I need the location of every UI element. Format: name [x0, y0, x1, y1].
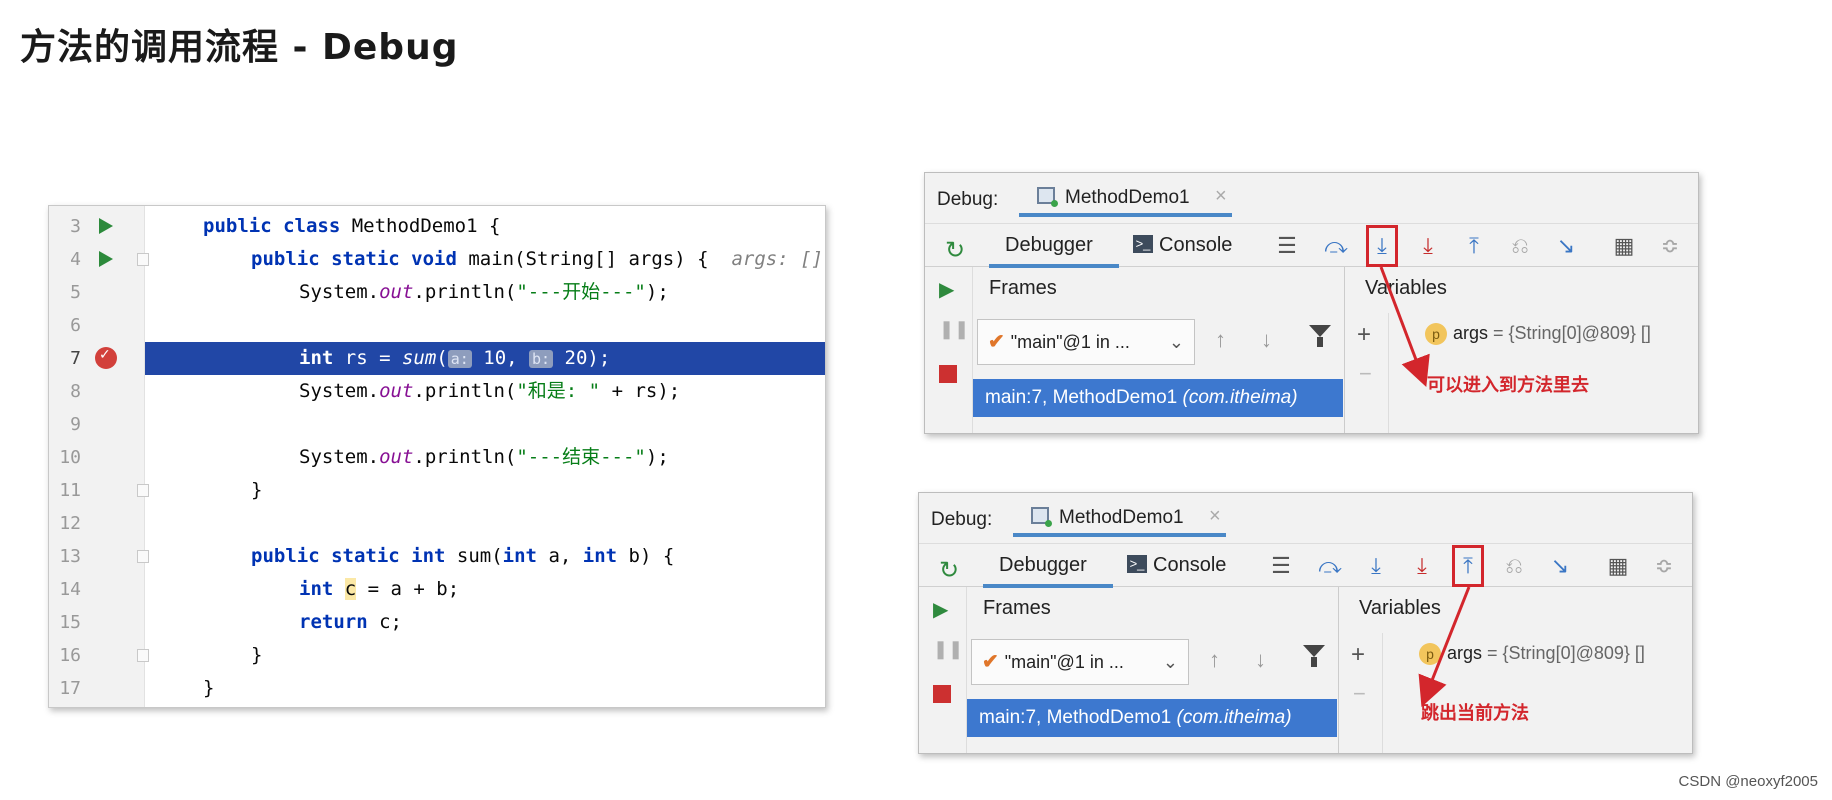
line-number: 11 — [59, 480, 81, 501]
keyword: public static int — [251, 545, 446, 567]
line-number: 4 — [70, 249, 81, 270]
line-number: 8 — [70, 381, 81, 402]
code-token: c; — [367, 611, 402, 633]
debug-panel-step-out: Debug: MethodDemo1 × ↻ Debugger >_ Consol… — [918, 492, 1693, 754]
code-token: System. — [299, 380, 380, 402]
code-line: 6 — [49, 309, 825, 342]
line-number: 17 — [59, 678, 81, 699]
code-line: 8 System.out.println("和是: " + rs); — [49, 375, 825, 408]
code-content: int rs = sum(a: 10, b: 20); — [145, 342, 825, 375]
string-literal: "---开始---" — [516, 281, 646, 303]
code-token: System. — [299, 281, 380, 303]
code-content: public static int sum(int a, int b) { — [145, 540, 825, 573]
line-number: 9 — [70, 414, 81, 435]
keyword: public static void — [251, 248, 457, 270]
static-field: out — [379, 281, 414, 303]
watermark: CSDN @neoxyf2005 — [1678, 773, 1818, 790]
static-field: out — [379, 446, 414, 468]
code-token: = a + b; — [356, 578, 460, 600]
run-method-icon[interactable] — [99, 251, 113, 267]
line-number: 5 — [70, 282, 81, 303]
code-line: 16 } — [49, 639, 825, 672]
code-token: MethodDemo1 { — [340, 215, 501, 237]
line-number: 3 — [70, 216, 81, 237]
annotation-arrow — [1418, 586, 1471, 707]
code-content: int c = a + b; — [145, 573, 825, 606]
code-line: 9 — [49, 408, 825, 441]
code-token: b) { — [617, 545, 675, 567]
annotation-arrow — [1379, 266, 1430, 388]
code-line: 14 int c = a + b; — [49, 573, 825, 606]
line-number: 10 — [59, 447, 81, 468]
line-number: 16 — [59, 645, 81, 666]
code-token: 10, — [471, 347, 530, 369]
param-hint: a: — [447, 350, 472, 368]
identifier-highlight: c — [344, 578, 357, 600]
breakpoint-icon[interactable] — [95, 339, 117, 372]
code-token: .println( — [413, 380, 517, 402]
code-content: public class MethodDemo1 { — [145, 210, 825, 243]
code-content: } — [203, 677, 215, 699]
run-class-icon[interactable] — [99, 218, 113, 234]
code-line: 13 public static int sum(int a, int b) { — [49, 540, 825, 573]
code-token: + rs); — [600, 380, 681, 402]
code-token: 20); — [553, 347, 611, 369]
keyword: return — [299, 611, 368, 633]
string-literal: "---结束---" — [516, 446, 646, 468]
code-token: rs = — [333, 347, 402, 369]
static-field: out — [379, 380, 414, 402]
code-content: } — [251, 479, 263, 501]
line-number: 15 — [59, 612, 81, 633]
slide-title: 方法的调用流程 - Debug — [20, 27, 459, 68]
keyword: public class — [203, 215, 341, 237]
code-token: sum( — [445, 545, 503, 567]
code-line: 17 } — [49, 672, 825, 705]
keyword: int — [502, 545, 537, 567]
debug-value-hint: args: [] — [731, 248, 823, 270]
code-line: 3 public class MethodDemo1 { — [49, 210, 825, 243]
code-content: } — [251, 644, 263, 666]
code-content: System.out.println("---开始---"); — [145, 276, 825, 309]
code-line: 12 — [49, 507, 825, 540]
code-token: .println( — [413, 281, 517, 303]
param-hint: b: — [529, 350, 554, 368]
line-number: 7 — [70, 348, 81, 369]
code-line: 10 System.out.println("---结束---"); — [49, 441, 825, 474]
code-editor: 3 public class MethodDemo1 { 4 public st… — [48, 205, 826, 708]
code-content: System.out.println("---结束---"); — [145, 441, 825, 474]
current-execution-line: 7 int rs = sum(a: 10, b: 20); — [49, 339, 825, 375]
code-content: return c; — [145, 606, 825, 639]
keyword: int — [299, 347, 334, 369]
code-token: .println( — [413, 446, 517, 468]
string-literal: "和是: " — [516, 380, 601, 402]
line-number: 12 — [59, 513, 81, 534]
code-token: ); — [645, 281, 669, 303]
method-call: sum — [401, 347, 437, 369]
code-line: 15 return c; — [49, 606, 825, 639]
code-token: ( — [436, 347, 448, 369]
code-token: System. — [299, 446, 380, 468]
code-line: 4 public static void main(String[] args)… — [49, 243, 825, 276]
line-number: 14 — [59, 579, 81, 600]
code-token: main(String[] args) { — [456, 248, 709, 270]
line-number: 6 — [70, 315, 81, 336]
debug-panel-step-into: Debug: MethodDemo1 × ↻ Debugger >_ Consol… — [924, 172, 1699, 434]
code-token: a, — [537, 545, 583, 567]
code-line: 5 System.out.println("---开始---"); — [49, 276, 825, 309]
keyword: int — [299, 578, 334, 600]
keyword: int — [582, 545, 618, 567]
code-line: 11 } — [49, 474, 825, 507]
line-number: 13 — [59, 546, 81, 567]
code-content: System.out.println("和是: " + rs); — [145, 375, 825, 408]
code-content: public static void main(String[] args) {… — [145, 243, 825, 276]
code-token: ); — [645, 446, 669, 468]
